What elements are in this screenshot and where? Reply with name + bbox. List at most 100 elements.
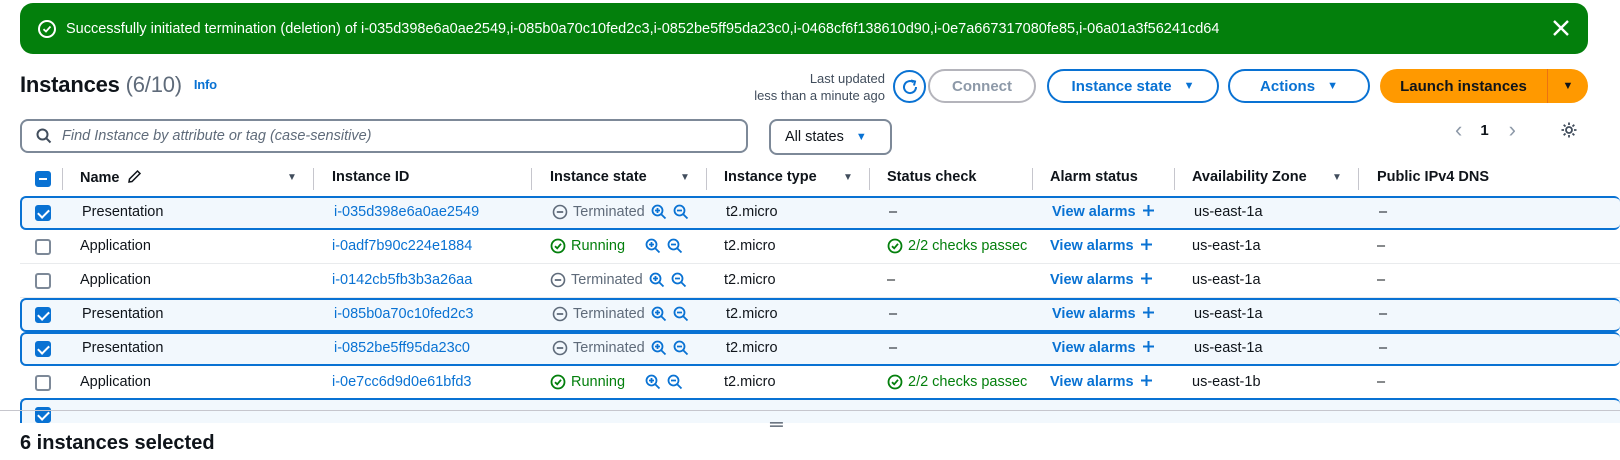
zoom-in-icon[interactable] bbox=[651, 204, 667, 220]
actions-button[interactable]: Actions ▼ bbox=[1228, 69, 1370, 103]
zoom-out-icon[interactable] bbox=[667, 238, 683, 254]
sort-icon[interactable]: ▼ bbox=[843, 172, 853, 183]
status-check-text: 2/2 checks passec bbox=[908, 374, 1028, 390]
caret-down-icon: ▼ bbox=[1327, 80, 1338, 92]
zoom-out-icon[interactable] bbox=[673, 204, 689, 220]
zoom-in-icon[interactable] bbox=[649, 272, 665, 288]
states-select[interactable]: All states ▼ bbox=[769, 119, 892, 155]
edit-icon bbox=[127, 169, 141, 183]
instance-id-link[interactable]: i-0adf7b90c224e1884 bbox=[332, 238, 472, 254]
sort-icon[interactable]: ▼ bbox=[287, 172, 297, 183]
instance-state-button[interactable]: Instance state ▼ bbox=[1047, 69, 1219, 103]
row-checkbox[interactable] bbox=[35, 239, 51, 255]
zoom-out-icon[interactable] bbox=[667, 374, 683, 390]
col-availability-zone[interactable]: Availability Zone bbox=[1192, 169, 1307, 185]
search-placeholder: Find Instance by attribute or tag (case-… bbox=[62, 128, 372, 144]
view-alarms-link[interactable]: View alarms bbox=[1050, 272, 1153, 288]
select-all-checkbox[interactable] bbox=[35, 171, 51, 187]
instance-state-text: Terminated bbox=[573, 340, 645, 356]
instance-type-text: t2.micro bbox=[724, 374, 776, 390]
row-checkbox[interactable] bbox=[35, 307, 51, 323]
row-checkbox[interactable] bbox=[35, 341, 51, 357]
check-circle-icon bbox=[887, 238, 903, 254]
connect-label: Connect bbox=[952, 77, 1012, 95]
instance-id-link[interactable]: i-0852be5ff95da23c0 bbox=[334, 340, 470, 356]
zoom-out-icon[interactable] bbox=[673, 340, 689, 356]
instance-id-link[interactable]: i-0142cb5fb3b3a26aa bbox=[332, 272, 472, 288]
connect-button[interactable]: Connect bbox=[928, 69, 1036, 103]
col-alarm-status[interactable]: Alarm status bbox=[1050, 169, 1138, 185]
info-link[interactable]: Info bbox=[194, 77, 217, 92]
sort-icon[interactable]: ▼ bbox=[680, 172, 690, 183]
status-check-text: 2/2 checks passec bbox=[908, 238, 1028, 254]
refresh-button[interactable] bbox=[893, 70, 926, 103]
view-alarms-link[interactable]: View alarms bbox=[1052, 204, 1155, 220]
caret-down-icon: ▼ bbox=[1562, 80, 1574, 92]
chevron-left-icon[interactable]: ‹ bbox=[1455, 119, 1462, 141]
instance-type-text: t2.micro bbox=[726, 340, 778, 356]
instance-id-link[interactable]: i-085b0a70c10fed2c3 bbox=[334, 306, 473, 322]
view-alarms-label: View alarms bbox=[1050, 272, 1134, 288]
launch-instances-split-button: Launch instances ▼ bbox=[1380, 69, 1588, 103]
col-name[interactable]: Name bbox=[80, 169, 142, 186]
instances-table: Name ▼ Instance ID Instance state ▼ Inst… bbox=[20, 163, 1620, 423]
row-checkbox[interactable] bbox=[35, 375, 51, 391]
instance-state-text: Running bbox=[571, 374, 626, 390]
availability-zone-text: us-east-1a bbox=[1194, 340, 1263, 356]
refresh-icon bbox=[902, 79, 917, 94]
table-row[interactable]: Presentation i-035d398e6a0ae2549 Terminate… bbox=[20, 196, 1620, 230]
view-alarms-label: View alarms bbox=[1050, 374, 1134, 390]
minus-circle-icon bbox=[552, 204, 568, 220]
table-row[interactable]: Application i-0e7cc6d9d0e61bfd3 Running t2.… bbox=[20, 366, 1620, 400]
availability-zone-text: us-east-1a bbox=[1194, 204, 1263, 220]
instance-id-link[interactable]: i-035d398e6a0ae2549 bbox=[334, 204, 479, 220]
zoom-out-icon[interactable] bbox=[671, 272, 687, 288]
close-icon[interactable] bbox=[1550, 17, 1572, 39]
instance-type-text: t2.micro bbox=[726, 306, 778, 322]
zoom-in-icon[interactable] bbox=[645, 238, 661, 254]
row-checkbox[interactable] bbox=[35, 205, 51, 221]
instance-name: Application bbox=[80, 374, 151, 390]
launch-instances-button[interactable]: Launch instances bbox=[1380, 69, 1548, 103]
view-alarms-label: View alarms bbox=[1050, 238, 1134, 254]
gear-icon[interactable] bbox=[1560, 121, 1578, 142]
table-row[interactable]: Presentation i-085b0a70c10fed2c3 Terminate… bbox=[20, 298, 1620, 332]
drag-handle-icon[interactable]: ═ bbox=[770, 414, 783, 435]
chevron-right-icon[interactable]: › bbox=[1509, 119, 1516, 141]
last-updated: Last updated less than a minute ago bbox=[700, 70, 885, 104]
view-alarms-link[interactable]: View alarms bbox=[1052, 340, 1155, 356]
selected-instances-title: 6 instances selected bbox=[20, 432, 215, 454]
view-alarms-link[interactable]: View alarms bbox=[1050, 374, 1153, 390]
view-alarms-link[interactable]: View alarms bbox=[1052, 306, 1155, 322]
view-alarms-link[interactable]: View alarms bbox=[1050, 238, 1153, 254]
caret-down-icon: ▼ bbox=[1183, 80, 1195, 92]
col-instance-id[interactable]: Instance ID bbox=[332, 169, 409, 185]
launch-dropdown-button[interactable]: ▼ bbox=[1548, 69, 1588, 103]
zoom-out-icon[interactable] bbox=[673, 306, 689, 322]
title-text: Instances bbox=[20, 72, 120, 97]
table-row[interactable]: Presentation i-0852be5ff95da23c0 Terminate… bbox=[20, 332, 1620, 366]
public-dns-text: – bbox=[1377, 272, 1386, 288]
page-number[interactable]: 1 bbox=[1480, 122, 1488, 139]
table-row[interactable]: Application i-0142cb5fb3b3a26aa Terminated… bbox=[20, 264, 1620, 298]
success-flash-banner: Successfully initiated termination (dele… bbox=[20, 3, 1588, 54]
zoom-in-icon[interactable] bbox=[645, 374, 661, 390]
col-instance-type[interactable]: Instance type bbox=[724, 169, 817, 185]
col-name-label: Name bbox=[80, 170, 120, 186]
search-input[interactable]: Find Instance by attribute or tag (case-… bbox=[20, 119, 748, 153]
sort-icon[interactable]: ▼ bbox=[1332, 172, 1342, 183]
instance-id-link[interactable]: i-0e7cc6d9d0e61bfd3 bbox=[332, 374, 471, 390]
col-status-check[interactable]: Status check bbox=[887, 169, 976, 185]
col-public-dns[interactable]: Public IPv4 DNS bbox=[1377, 169, 1489, 185]
zoom-in-icon[interactable] bbox=[651, 340, 667, 356]
availability-zone-text: us-east-1b bbox=[1192, 374, 1261, 390]
zoom-in-icon[interactable] bbox=[651, 306, 667, 322]
availability-zone-text: us-east-1a bbox=[1192, 238, 1261, 254]
col-instance-state[interactable]: Instance state bbox=[550, 169, 647, 185]
check-circle-icon bbox=[550, 374, 566, 390]
row-checkbox[interactable] bbox=[35, 273, 51, 289]
availability-zone-text: us-east-1a bbox=[1194, 306, 1263, 322]
status-check-text: – bbox=[889, 204, 898, 220]
table-row[interactable]: Application i-0adf7b90c224e1884 Running t2.… bbox=[20, 230, 1620, 264]
instance-type-text: t2.micro bbox=[724, 238, 776, 254]
